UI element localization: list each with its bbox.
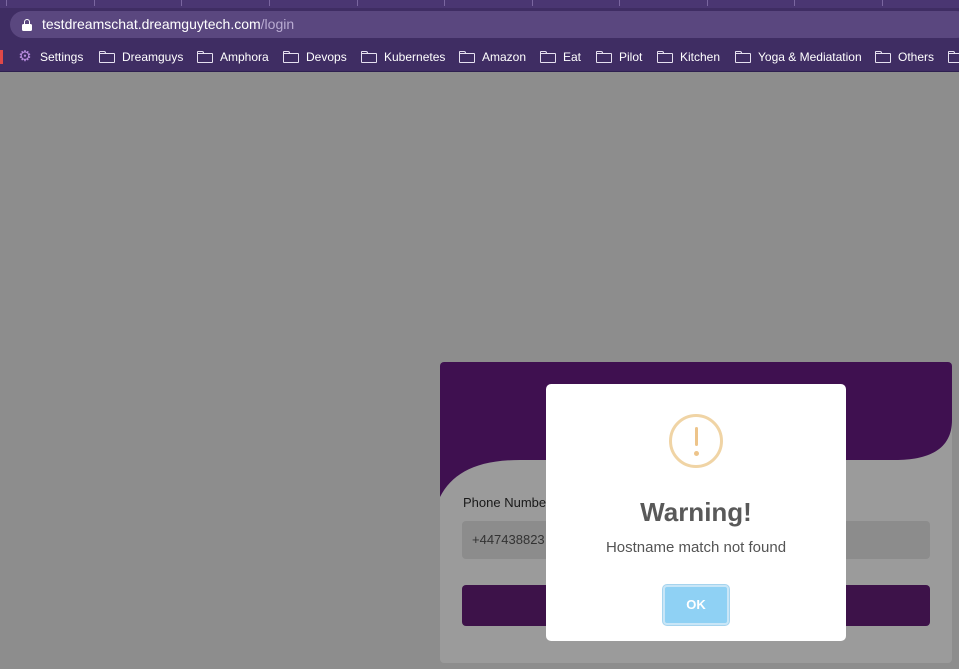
folder-icon (283, 51, 299, 63)
bookmark-label: Pilot (619, 50, 643, 64)
folder-icon (735, 51, 751, 63)
bookmark-amazon[interactable]: Amazon (459, 48, 526, 66)
bookmark-app-icon[interactable] (0, 50, 3, 64)
address-bar[interactable]: testdreamschat.dreamguytech.com/login (10, 11, 959, 38)
folder-icon (657, 51, 673, 63)
address-bar-row: testdreamschat.dreamguytech.com/login (0, 8, 959, 42)
url-path: /login (260, 16, 295, 32)
tab-separator (532, 0, 533, 6)
tab-separator (94, 0, 95, 6)
bookmark-eat[interactable]: Eat (540, 48, 581, 66)
folder-icon (197, 51, 213, 63)
bookmark-label: Settings (40, 50, 84, 64)
bookmark-label: Kitchen (680, 50, 721, 64)
bookmark-kitchen[interactable]: Kitchen (657, 48, 720, 66)
bookmarks-bar: ⚙ Settings Dreamguys Amphora Devops Kube… (0, 42, 959, 72)
url-text[interactable]: testdreamschat.dreamguytech.com/login (42, 16, 294, 32)
warning-icon (669, 414, 723, 468)
bookmark-label: Yoga & Mediatation (758, 50, 862, 64)
dialog-message: Hostname match not found (605, 539, 787, 556)
folder-icon (596, 51, 612, 63)
url-host: testdreamschat.dreamguytech.com (42, 16, 261, 32)
tab-strip (0, 0, 959, 8)
tab-separator (181, 0, 182, 6)
bookmark-label: Others (898, 50, 935, 64)
tab-separator (269, 0, 270, 6)
bookmark-overflow[interactable] (948, 48, 959, 66)
gear-icon: ⚙ (18, 48, 32, 65)
tab-separator (619, 0, 620, 6)
tab-separator (444, 0, 445, 6)
tab-separator (794, 0, 795, 6)
tab-separator (882, 0, 883, 6)
ok-button[interactable]: OK (663, 585, 729, 625)
bookmark-pilot[interactable]: Pilot (596, 48, 642, 66)
bookmark-settings[interactable]: ⚙ Settings (18, 48, 83, 66)
bookmark-label: Amphora (220, 50, 269, 64)
bookmark-label: Devops (306, 50, 347, 64)
bookmark-amphora[interactable]: Amphora (197, 48, 269, 66)
dialog-title: Warning! (640, 497, 752, 527)
folder-icon (875, 51, 891, 63)
bookmark-label: Kubernetes (384, 50, 446, 64)
folder-icon (361, 51, 377, 63)
bookmark-label: Eat (563, 50, 582, 64)
bookmark-label: Amazon (482, 50, 527, 64)
tab-separator (6, 0, 7, 6)
tab-separator (707, 0, 708, 6)
folder-icon (459, 51, 475, 63)
phone-number-label: Phone Number (463, 495, 551, 510)
folder-icon (948, 51, 959, 63)
bookmark-kubernetes[interactable]: Kubernetes (361, 48, 445, 66)
bookmark-label: Dreamguys (122, 50, 184, 64)
tab-separator (357, 0, 358, 6)
folder-icon (540, 51, 556, 63)
bookmark-others[interactable]: Others (875, 48, 934, 66)
lock-icon[interactable] (22, 19, 32, 31)
warning-dialog: Warning! Hostname match not found OK (546, 384, 846, 641)
bookmark-yoga[interactable]: Yoga & Mediatation (735, 48, 862, 66)
bookmark-devops[interactable]: Devops (283, 48, 347, 66)
bookmark-dreamguys[interactable]: Dreamguys (99, 48, 183, 66)
folder-icon (99, 51, 115, 63)
